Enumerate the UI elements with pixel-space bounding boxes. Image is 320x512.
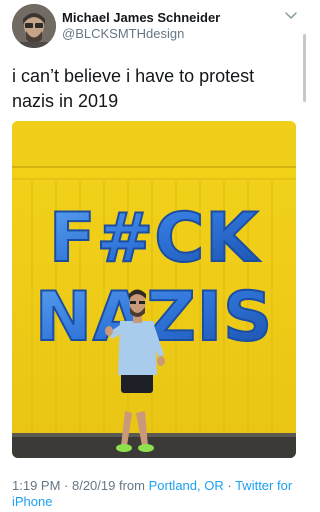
- from-label: from: [115, 478, 149, 493]
- author-handle[interactable]: @BLCKSMTHdesign: [62, 26, 184, 41]
- author-name[interactable]: Michael James Schneider: [62, 10, 220, 25]
- tweet-header: Michael James Schneider @BLCKSMTHdesign: [0, 0, 308, 56]
- tweet-text: i can’t believe i have to protest nazis …: [12, 66, 255, 111]
- meta-separator: ·: [60, 478, 72, 493]
- tweet-time[interactable]: 1:19 PM: [12, 478, 60, 493]
- avatar[interactable]: [12, 4, 56, 48]
- tweet-photo[interactable]: F#CK NAZIS: [12, 121, 296, 458]
- tweet-date[interactable]: 8/20/19: [72, 478, 115, 493]
- scrollbar[interactable]: [303, 34, 306, 102]
- location-link[interactable]: Portland, OR: [149, 478, 224, 493]
- meta-separator-2: ·: [223, 478, 236, 493]
- tweet-metadata: 1:19 PM · 8/20/19 from Portland, OR · Tw…: [12, 478, 302, 510]
- chevron-down-icon[interactable]: [284, 11, 298, 21]
- balloon-text-line1: F#CK: [49, 199, 260, 278]
